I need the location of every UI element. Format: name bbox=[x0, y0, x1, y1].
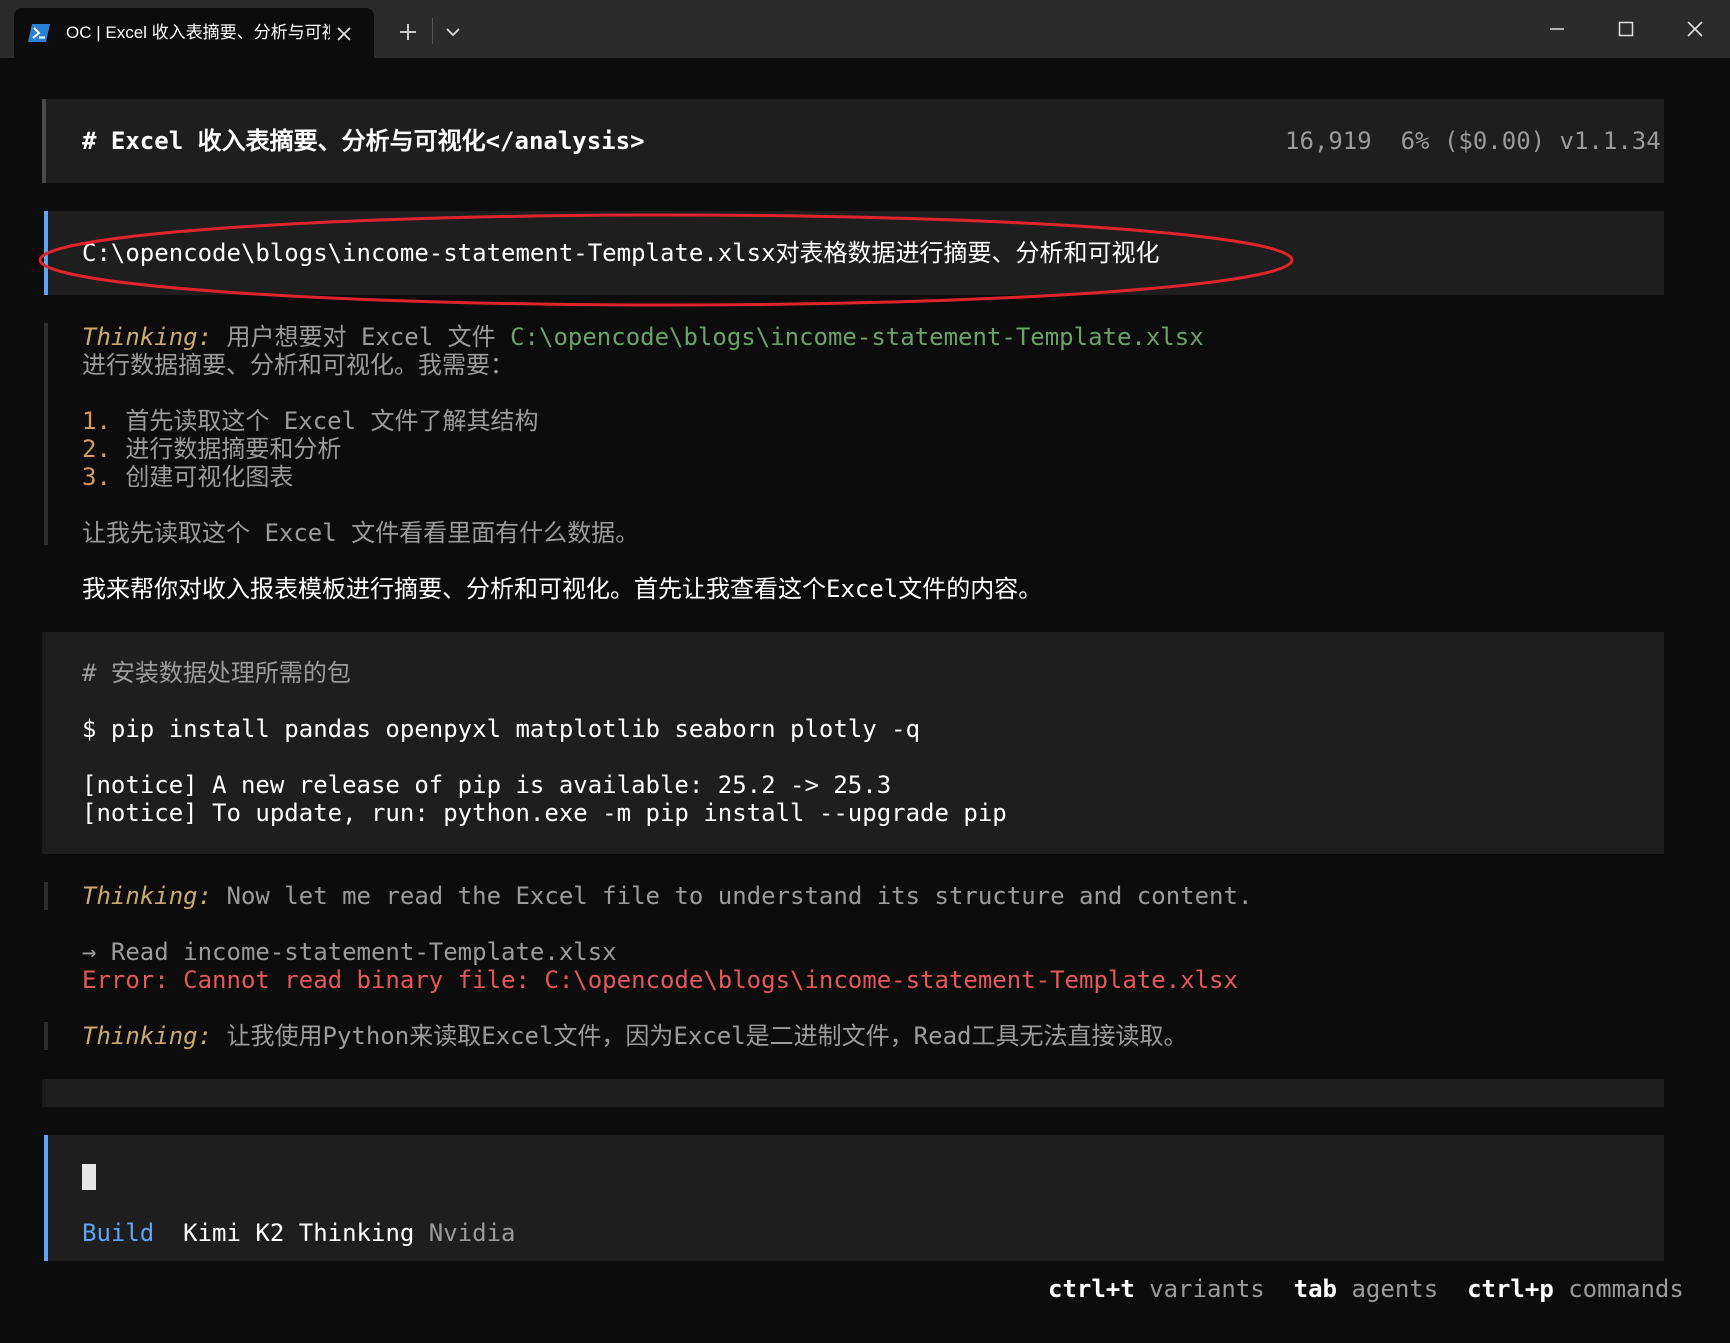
step-item: 3. 创建可视化图表 bbox=[82, 463, 293, 491]
terminal-area[interactable]: # Excel 收入表摘要、分析与可视化</analysis> 16,919 6… bbox=[0, 58, 1730, 1343]
hint-label: commands bbox=[1568, 1275, 1684, 1303]
step-text: 进行数据摘要和分析 bbox=[110, 435, 342, 463]
session-title: # Excel 收入表摘要、分析与可视化</analysis> bbox=[82, 127, 645, 155]
pending-tool-block bbox=[42, 1079, 1664, 1107]
close-window-icon[interactable] bbox=[1680, 14, 1710, 44]
bash-output-line: [notice] To update, run: python.exe -m p… bbox=[82, 799, 1007, 827]
model-name[interactable]: Kimi K2 Thinking bbox=[183, 1219, 414, 1247]
hint-key: ctrl+p bbox=[1467, 1275, 1554, 1303]
hint-label: agents bbox=[1351, 1275, 1439, 1303]
bash-command: $ pip install pandas openpyxl matplotlib… bbox=[82, 715, 921, 743]
thinking-bar bbox=[44, 1022, 48, 1050]
header-bar bbox=[42, 99, 46, 183]
read-error: Error: Cannot read binary file: C:\openc… bbox=[82, 966, 1238, 994]
powershell-icon bbox=[28, 24, 50, 42]
read-tool-line: → Read income-statement-Template.xlsx bbox=[82, 938, 617, 966]
input-bar bbox=[44, 1135, 48, 1261]
step-item: 1. 首先读取这个 Excel 文件了解其结构 bbox=[82, 407, 539, 435]
thinking-text: 用户想要对 Excel 文件 bbox=[212, 323, 511, 351]
user-message-bar bbox=[44, 211, 48, 295]
thinking-label: Thinking: bbox=[82, 323, 213, 351]
thinking-line-2: 进行数据摘要、分析和可视化。我需要： bbox=[82, 351, 514, 379]
hint-label: variants bbox=[1149, 1275, 1265, 1303]
thinking-label: Thinking: bbox=[82, 1022, 213, 1050]
step-number: 1. bbox=[82, 407, 111, 435]
thinking-line: Thinking: Now let me read the Excel file… bbox=[82, 882, 1252, 910]
thinking-line-1: Thinking: 用户想要对 Excel 文件 C:\opencode\blo… bbox=[82, 323, 1204, 351]
tab-title: OC | Excel 收入表摘要、分析与可视化</analysis> bbox=[66, 23, 330, 42]
provider-name: Nvidia bbox=[428, 1219, 516, 1247]
bash-comment: # 安装数据处理所需的包 bbox=[82, 659, 351, 687]
input-status-line: Build Kimi K2 Thinking Nvidia bbox=[82, 1219, 516, 1247]
assistant-reply: 我来帮你对收入报表模板进行摘要、分析和可视化。首先让我查看这个Excel文件的内… bbox=[82, 575, 1043, 603]
close-tab-icon[interactable] bbox=[330, 20, 358, 48]
thinking-bar bbox=[44, 323, 48, 545]
tab-separator bbox=[432, 18, 433, 44]
step-text: 首先读取这个 Excel 文件了解其结构 bbox=[110, 407, 539, 435]
thinking-text: 让我使用Python来读取Excel文件，因为Excel是二进制文件，Read工… bbox=[212, 1022, 1188, 1050]
maximize-icon[interactable] bbox=[1611, 14, 1641, 44]
hint-key: tab bbox=[1293, 1275, 1338, 1303]
thinking-line: Thinking: 让我使用Python来读取Excel文件，因为Excel是二… bbox=[82, 1022, 1187, 1050]
minimize-icon[interactable] bbox=[1542, 14, 1572, 44]
bash-bar bbox=[42, 632, 46, 854]
bash-output-line: [notice] A new release of pip is availab… bbox=[82, 771, 892, 799]
hint-key: ctrl+t bbox=[1048, 1275, 1135, 1303]
keyboard-hints: ctrl+t variants tab agents ctrl+p comman… bbox=[1048, 1275, 1684, 1303]
step-number: 3. bbox=[82, 463, 111, 491]
thinking-closing: 让我先读取这个 Excel 文件看看里面有什么数据。 bbox=[82, 519, 640, 547]
title-bar: OC | Excel 收入表摘要、分析与可视化</analysis> bbox=[0, 0, 1730, 58]
user-prompt-text: C:\opencode\blogs\income-statement-Templ… bbox=[82, 239, 1160, 267]
agent-mode[interactable]: Build bbox=[82, 1219, 154, 1247]
text-cursor[interactable] bbox=[82, 1164, 96, 1190]
chevron-down-icon[interactable] bbox=[442, 20, 464, 44]
step-number: 2. bbox=[82, 435, 111, 463]
session-stats: 16,919 6% ($0.00) v1.1.34 bbox=[1285, 127, 1661, 155]
thinking-label: Thinking: bbox=[82, 882, 213, 910]
pending-bar bbox=[42, 1079, 46, 1107]
terminal-tab[interactable]: OC | Excel 收入表摘要、分析与可视化</analysis> bbox=[14, 8, 374, 58]
step-item: 2. 进行数据摘要和分析 bbox=[82, 435, 341, 463]
step-text: 创建可视化图表 bbox=[110, 463, 294, 491]
thinking-bar bbox=[44, 882, 48, 910]
thinking-text: Now let me read the Excel file to unders… bbox=[212, 882, 1253, 910]
new-tab-icon[interactable] bbox=[394, 18, 422, 46]
thinking-file-path: C:\opencode\blogs\income-statement-Templ… bbox=[510, 323, 1204, 351]
